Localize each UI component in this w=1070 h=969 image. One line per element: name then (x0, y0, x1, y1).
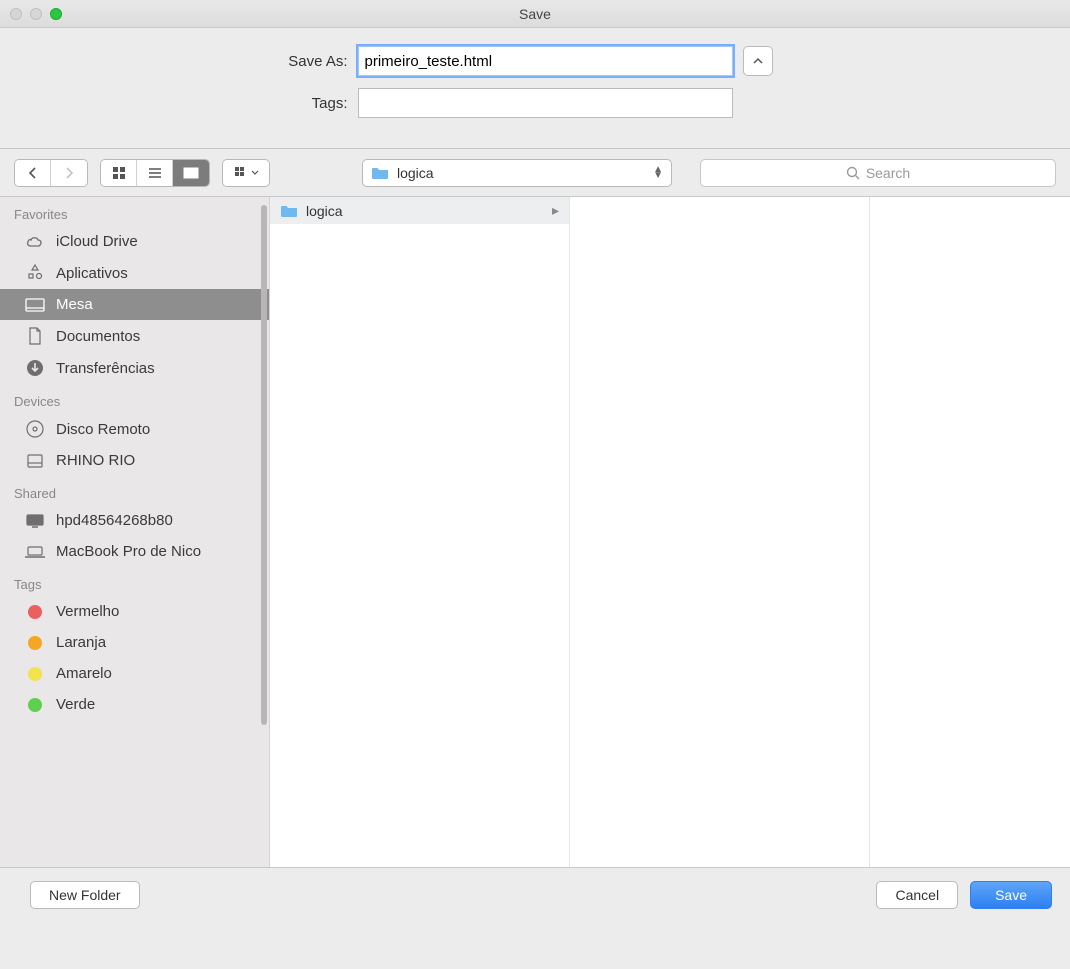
folder-icon (371, 166, 389, 180)
tag-dot-icon (28, 605, 42, 619)
shared-header: Shared (0, 476, 269, 505)
sidebar-item-label: RHINO RIO (56, 452, 135, 469)
forward-button[interactable] (51, 160, 87, 186)
chevron-left-icon (27, 166, 39, 180)
disc-icon (26, 420, 44, 438)
sidebar-item-label: Vermelho (56, 603, 119, 620)
chevron-right-icon (63, 166, 75, 180)
apps-icon (26, 264, 44, 282)
footer: New Folder Cancel Save (0, 867, 1070, 922)
path-label: logica (397, 165, 653, 181)
grid-icon (112, 166, 126, 180)
sidebar-item-label: Disco Remoto (56, 421, 150, 438)
monitor-icon (25, 513, 45, 529)
sidebar-item-mbp[interactable]: MacBook Pro de Nico (0, 536, 269, 567)
search-input[interactable]: Search (700, 159, 1056, 187)
chevron-up-icon (752, 55, 764, 67)
sidebar: Favorites iCloud Drive Aplicativos Mesa … (0, 197, 270, 867)
sidebar-item-label: Laranja (56, 634, 106, 651)
sidebar-item-label: MacBook Pro de Nico (56, 543, 201, 560)
path-dropdown[interactable]: logica ▲▼ (362, 159, 672, 187)
group-icon (234, 166, 248, 180)
save-as-label: Save As: (28, 53, 358, 70)
group-dropdown[interactable] (222, 159, 270, 187)
tags-label: Tags: (28, 95, 358, 112)
tags-input[interactable] (358, 88, 733, 118)
sidebar-item-label: iCloud Drive (56, 233, 138, 250)
desktop-icon (25, 298, 45, 312)
collapse-button[interactable] (743, 46, 773, 76)
chevron-right-icon: ▸ (552, 202, 559, 219)
column-2[interactable] (570, 197, 870, 867)
sidebar-tag-red[interactable]: Vermelho (0, 596, 269, 627)
updown-icon: ▲▼ (653, 167, 663, 179)
sidebar-item-label: Transferências (56, 360, 155, 377)
sidebar-item-label: Verde (56, 696, 95, 713)
cancel-button[interactable]: Cancel (876, 881, 958, 909)
sidebar-item-downloads[interactable]: Transferências (0, 352, 269, 384)
chevron-down-icon (251, 169, 259, 177)
save-button[interactable]: Save (970, 881, 1052, 909)
search-placeholder: Search (866, 165, 910, 181)
view-buttons (100, 159, 210, 187)
columns-icon (183, 166, 199, 180)
cloud-icon (25, 235, 45, 249)
icon-view-button[interactable] (101, 160, 137, 186)
tag-dot-icon (28, 667, 42, 681)
list-view-button[interactable] (137, 160, 173, 186)
hdd-icon (26, 453, 44, 469)
sidebar-item-label: Documentos (56, 328, 140, 345)
column-1[interactable]: logica ▸ (270, 197, 570, 867)
sidebar-item-desktop[interactable]: Mesa (0, 289, 269, 320)
sidebar-item-label: Aplicativos (56, 265, 128, 282)
sidebar-item-rhino[interactable]: RHINO RIO (0, 445, 269, 476)
file-browser: Favorites iCloud Drive Aplicativos Mesa … (0, 197, 1070, 867)
download-icon (26, 359, 44, 377)
sidebar-item-icloud[interactable]: iCloud Drive (0, 226, 269, 257)
sidebar-tag-orange[interactable]: Laranja (0, 627, 269, 658)
sidebar-item-remote-disk[interactable]: Disco Remoto (0, 413, 269, 445)
toolbar: logica ▲▼ Search (0, 149, 1070, 197)
titlebar: Save (0, 0, 1070, 28)
sidebar-item-hpd[interactable]: hpd48564268b80 (0, 505, 269, 536)
sidebar-item-label: Amarelo (56, 665, 112, 682)
sidebar-item-label: Mesa (56, 296, 93, 313)
tag-dot-icon (28, 636, 42, 650)
back-button[interactable] (15, 160, 51, 186)
list-item[interactable]: logica ▸ (270, 197, 569, 224)
sidebar-scrollbar[interactable] (261, 205, 267, 725)
doc-icon (27, 327, 43, 345)
window-title: Save (0, 6, 1070, 22)
column-view-button[interactable] (173, 160, 209, 186)
list-item-label: logica (306, 203, 343, 219)
sidebar-tag-yellow[interactable]: Amarelo (0, 658, 269, 689)
list-icon (148, 166, 162, 180)
sidebar-item-apps[interactable]: Aplicativos (0, 257, 269, 289)
nav-buttons (14, 159, 88, 187)
save-as-input[interactable] (358, 46, 733, 76)
search-icon (846, 166, 860, 180)
devices-header: Devices (0, 384, 269, 413)
sidebar-tag-green[interactable]: Verde (0, 689, 269, 720)
sidebar-item-label: hpd48564268b80 (56, 512, 173, 529)
tags-header: Tags (0, 567, 269, 596)
new-folder-button[interactable]: New Folder (30, 881, 140, 909)
tag-dot-icon (28, 698, 42, 712)
sidebar-item-documents[interactable]: Documentos (0, 320, 269, 352)
save-form: Save As: Tags: (0, 28, 1070, 149)
favorites-header: Favorites (0, 197, 269, 226)
laptop-icon (24, 545, 46, 559)
column-3[interactable] (870, 197, 1070, 867)
folder-icon (280, 204, 298, 218)
